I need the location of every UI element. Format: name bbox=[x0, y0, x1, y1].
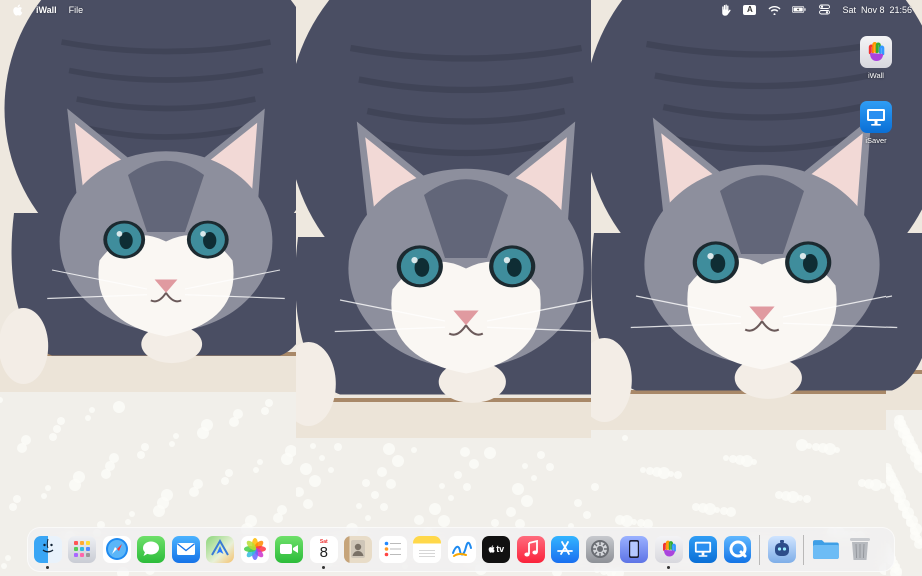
messages-icon bbox=[143, 541, 160, 557]
dock-system-settings[interactable] bbox=[585, 535, 614, 564]
cat-photo bbox=[296, 0, 591, 576]
finder-icon bbox=[38, 537, 58, 562]
calendar-icon-day: 8 bbox=[319, 544, 328, 562]
dock-music[interactable] bbox=[516, 535, 545, 564]
app-name-menu[interactable]: iWall bbox=[36, 5, 57, 15]
dock-app-store[interactable] bbox=[551, 535, 580, 564]
dock-separator bbox=[803, 534, 805, 565]
dock-messages[interactable] bbox=[137, 535, 166, 564]
launchpad-icon bbox=[74, 541, 91, 558]
photos-icon bbox=[243, 538, 266, 561]
dock-safari[interactable] bbox=[102, 535, 131, 564]
battery-icon[interactable] bbox=[792, 4, 806, 16]
dock-launchpad[interactable] bbox=[68, 535, 97, 564]
dock-reminders[interactable] bbox=[378, 535, 407, 564]
maps-icon bbox=[211, 539, 230, 556]
clock-date: Nov 8 bbox=[860, 4, 885, 15]
cat bbox=[296, 0, 591, 426]
dock-contacts[interactable] bbox=[344, 535, 373, 564]
apple-tv-icon: tv bbox=[488, 544, 504, 554]
mail-icon bbox=[176, 543, 195, 556]
hand-print-icon[interactable] bbox=[718, 4, 732, 16]
dock-photos[interactable] bbox=[240, 535, 269, 564]
contacts-icon bbox=[351, 540, 366, 559]
file-menu[interactable]: File bbox=[69, 5, 84, 15]
music-icon bbox=[524, 540, 538, 557]
dock-quicktime[interactable] bbox=[723, 535, 752, 564]
facetime-icon bbox=[280, 544, 299, 555]
wallpaper-panel-4 bbox=[886, 0, 922, 576]
apple-tv-label: tv bbox=[496, 544, 505, 555]
cat-photo bbox=[0, 0, 296, 576]
dock-assistant[interactable] bbox=[767, 535, 796, 564]
desktop-icon-iwall[interactable]: iWall bbox=[856, 36, 896, 80]
cat-photo bbox=[886, 0, 922, 576]
wallpaper-panel-2 bbox=[296, 0, 591, 576]
dock-apple-tv[interactable]: tv bbox=[482, 535, 511, 564]
quicktime-icon bbox=[729, 540, 747, 558]
folder-icon bbox=[813, 540, 839, 560]
system-settings-icon bbox=[590, 540, 609, 559]
reminders-icon bbox=[384, 542, 401, 557]
apple-menu-icon[interactable] bbox=[10, 3, 24, 16]
desktop-wallpaper bbox=[0, 0, 922, 576]
monitor-icon bbox=[860, 101, 892, 133]
dock-downloads-folder[interactable] bbox=[812, 536, 840, 564]
dock-separator bbox=[759, 534, 761, 565]
notes-icon bbox=[419, 550, 436, 558]
cat bbox=[0, 0, 296, 384]
cat bbox=[591, 0, 886, 422]
wifi-icon[interactable] bbox=[767, 4, 781, 16]
wallpaper-panel-1 bbox=[0, 0, 296, 576]
running-indicator bbox=[667, 566, 671, 570]
hand-print-icon bbox=[662, 541, 676, 557]
menu-bar: iWall File A Sat Nov 8 21:56 bbox=[0, 0, 922, 19]
monitor-icon bbox=[694, 542, 712, 558]
assistant-icon bbox=[774, 540, 789, 557]
freeform-icon bbox=[451, 542, 472, 558]
clock-time: 21:56 bbox=[889, 4, 912, 15]
dock-trash[interactable] bbox=[847, 536, 875, 564]
dock-isaver[interactable] bbox=[689, 535, 717, 564]
trash-icon bbox=[850, 538, 871, 561]
dock-iwall[interactable] bbox=[654, 535, 683, 570]
dock: Sat 8 tv bbox=[27, 527, 895, 572]
running-indicator bbox=[322, 566, 326, 570]
dock-iphone-mirroring[interactable] bbox=[620, 535, 649, 564]
dock-mail[interactable] bbox=[171, 535, 200, 564]
app-store-icon bbox=[557, 541, 574, 556]
desktop-icon-label: iWall bbox=[868, 71, 884, 80]
hand-print-icon bbox=[860, 36, 892, 68]
safari-icon bbox=[105, 538, 128, 561]
cat-paw bbox=[0, 308, 49, 384]
running-indicator bbox=[46, 566, 50, 570]
desktop-icon-isaver[interactable]: iSaver bbox=[856, 101, 896, 145]
dock-facetime[interactable] bbox=[275, 535, 304, 564]
desktop-icon-label: iSaver bbox=[865, 136, 887, 145]
wallpaper-panel-3 bbox=[591, 0, 886, 576]
clock-day: Sat bbox=[842, 4, 856, 15]
iphone-mirroring-icon bbox=[629, 540, 640, 559]
dock-calendar[interactable]: Sat 8 bbox=[309, 535, 338, 570]
input-source-indicator[interactable]: A bbox=[743, 4, 757, 15]
cat-photo bbox=[591, 0, 886, 576]
dock-maps[interactable] bbox=[206, 535, 235, 564]
dock-freeform[interactable] bbox=[447, 535, 476, 564]
control-center-icon[interactable] bbox=[817, 4, 831, 16]
menu-bar-clock[interactable]: Sat Nov 8 21:56 bbox=[842, 5, 912, 15]
dock-finder[interactable] bbox=[34, 535, 62, 570]
dock-notes[interactable] bbox=[413, 535, 442, 564]
